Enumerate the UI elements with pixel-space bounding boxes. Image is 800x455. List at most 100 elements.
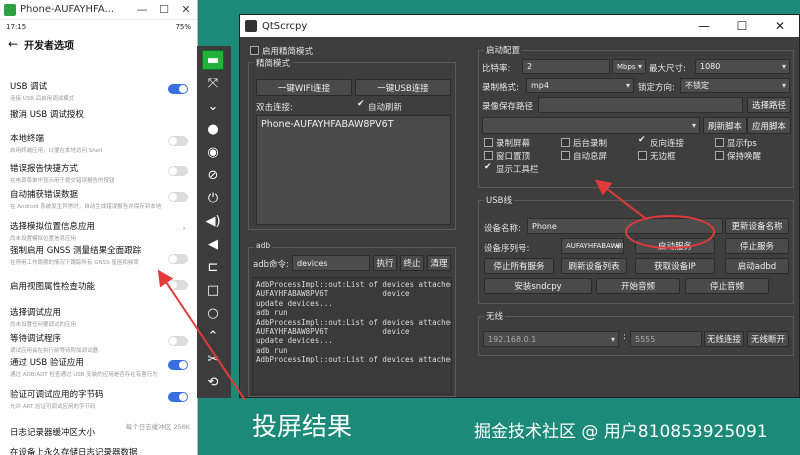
setting-mock-location[interactable]: 选择模拟位置信息应用 尚未设置模拟位置信息应用 ›: [10, 220, 190, 242]
eye-icon[interactable]: ◉: [202, 142, 224, 162]
show-fps-checkbox[interactable]: [715, 138, 724, 147]
expand-icon[interactable]: ⌃: [202, 326, 224, 346]
bitrate-input[interactable]: 2: [522, 59, 610, 74]
bitrate-unit-select[interactable]: Mbps: [612, 59, 646, 74]
home-icon[interactable]: □: [202, 280, 224, 300]
wireless-disconnect-button[interactable]: 无线断开: [747, 331, 789, 347]
usb-connect-button[interactable]: 一键USB连接: [355, 79, 451, 96]
start-adbd-button[interactable]: 启动adbd: [725, 258, 789, 274]
result-caption: 投屏结果: [252, 412, 353, 441]
terminate-button[interactable]: 终止: [400, 255, 424, 271]
apply-script-button[interactable]: 应用脚本: [747, 117, 791, 134]
setting-local-terminal[interactable]: 本地终端 启用终端应用，以便在本地访问 Shell: [10, 132, 190, 154]
stop-icon[interactable]: ●: [202, 119, 224, 139]
volume-up-icon[interactable]: ◀): [202, 211, 224, 231]
show-toolbar-check-icon[interactable]: ✔: [484, 162, 492, 172]
toggle-switch[interactable]: [168, 360, 188, 370]
fullscreen-icon[interactable]: ⤧: [202, 73, 224, 93]
auto-refresh-check-icon[interactable]: ✔: [357, 99, 365, 109]
setting-auto-capture[interactable]: 自动捕获错误数据 在 Android 系统发生异常时，自动生成错误报告并保存到本…: [10, 188, 190, 210]
setting-wait-debugger[interactable]: 等待调试程序 调试应用会在执行前等待附加调试器: [10, 332, 190, 354]
keep-awake-checkbox[interactable]: [715, 151, 724, 160]
toggle-switch[interactable]: [168, 192, 188, 202]
toggle-switch[interactable]: [168, 254, 188, 264]
stop-service-button[interactable]: 停止服务: [725, 238, 789, 254]
keep-awake-label: 保持唤醒: [727, 152, 762, 162]
auto-screen-off-checkbox[interactable]: [561, 151, 570, 160]
stop-audio-button[interactable]: 停止音频: [685, 278, 769, 294]
install-sndcpy-button[interactable]: 安装sndcpy: [484, 278, 592, 294]
power-icon[interactable]: ⏻: [202, 188, 224, 208]
execute-button[interactable]: 执行: [373, 255, 397, 271]
serial-select[interactable]: AUFAYHFABAW8PV6: [561, 238, 624, 254]
close-icon[interactable]: ✕: [761, 19, 799, 33]
setting-view-attribute[interactable]: 启用视图属性检查功能: [10, 280, 190, 292]
setting-title: 验证可调试应用的字节码: [10, 390, 104, 400]
shuffle-icon[interactable]: ✂: [202, 349, 224, 369]
wireless-port-input[interactable]: 5555: [630, 331, 702, 347]
close-icon[interactable]: ✕: [175, 3, 197, 16]
maximize-icon[interactable]: ☐: [153, 3, 175, 16]
screen-toggle-icon[interactable]: ▬: [202, 50, 224, 70]
stay-on-top-checkbox[interactable]: [484, 151, 493, 160]
setting-verify-usb[interactable]: 通过 USB 验证应用 通过 ADB/ADT 检查通过 USB 安装的应用是否存…: [10, 356, 190, 378]
clear-button[interactable]: 清理: [427, 255, 451, 271]
maximize-icon[interactable]: ☐: [723, 19, 761, 33]
setting-subtitle: 在电源菜单中显示用于提交错误报告的按钮: [10, 178, 115, 184]
adb-command-input[interactable]: devices: [292, 255, 370, 271]
setting-verify-bytecode[interactable]: 验证可调试应用的字节码 允许 ART 验证可调试应用的字节码: [10, 388, 190, 410]
adb-log-output[interactable]: AdbProcessImpl::out:List of devices atta…: [252, 277, 452, 395]
simple-mode-checkbox[interactable]: [250, 46, 259, 55]
background-record-checkbox[interactable]: [561, 138, 570, 147]
lock-orientation-select[interactable]: 不锁定: [680, 78, 790, 93]
wireless-ip-select[interactable]: 192.168.0.1: [483, 331, 619, 347]
setting-subtitle: 调试应用会在执行前等待附加调试器: [10, 348, 99, 354]
setting-bugreport-shortcut[interactable]: 错误报告快捷方式 在电源菜单中显示用于提交错误报告的按钮: [10, 162, 190, 184]
toggle-switch[interactable]: [168, 166, 188, 176]
setting-logger-buffer[interactable]: 日志记录器缓冲区大小 每个日志缓冲区 256K: [10, 420, 190, 439]
stop-all-services-button[interactable]: 停止所有服务: [484, 258, 554, 274]
script-select[interactable]: [482, 117, 700, 134]
wireless-connect-button[interactable]: 无线连接: [704, 331, 744, 347]
update-device-name-button[interactable]: 更新设备名称: [725, 218, 789, 234]
back-arrow-icon[interactable]: ←: [8, 37, 18, 51]
rotate-icon[interactable]: ⟲: [202, 372, 224, 392]
setting-debug-app[interactable]: 选择调试应用 尚未设置任何要调试的应用: [10, 306, 190, 328]
select-path-button[interactable]: 选择路径: [747, 97, 791, 113]
record-format-label: 录制格式:: [482, 83, 519, 93]
setting-revoke-usb[interactable]: 撤消 USB 调试授权: [10, 108, 190, 120]
refresh-devices-button[interactable]: 刷新设备列表: [561, 258, 627, 274]
wifi-connect-button[interactable]: 一键WIFI连接: [256, 79, 352, 96]
device-list-item[interactable]: Phone-AUFAYHFABAW8PV6T: [257, 116, 450, 133]
record-format-select[interactable]: mp4: [526, 78, 634, 93]
phone-titlebar: Phone-AUFAYHFA... — ☐ ✕: [0, 0, 197, 20]
toggle-switch[interactable]: [168, 336, 188, 346]
record-path-input[interactable]: [538, 97, 743, 113]
toggle-switch[interactable]: [168, 84, 188, 94]
setting-usb-debug[interactable]: USB 调试 连接 USB 后启用调试模式: [10, 80, 190, 102]
start-audio-button[interactable]: 开始音频: [596, 278, 680, 294]
chevron-down-icon[interactable]: ⌄: [202, 96, 224, 116]
frameless-checkbox[interactable]: [638, 151, 647, 160]
reverse-connect-check-icon[interactable]: ✔: [638, 135, 646, 145]
refresh-script-button[interactable]: 刷新脚本: [703, 117, 747, 134]
minimize-icon[interactable]: —: [131, 3, 153, 16]
max-size-select[interactable]: 1080: [695, 59, 790, 74]
record-screen-checkbox[interactable]: [484, 138, 493, 147]
setting-gnss[interactable]: 强制启用 GNSS 测量结果全面跟踪 在停用工作周期的情况下跟踪所有 GNSS …: [10, 244, 190, 266]
page-title: 开发者选项: [24, 40, 75, 52]
eye-slash-icon[interactable]: ⊘: [202, 165, 224, 185]
bitrate-label: 比特率:: [482, 64, 511, 74]
minimize-icon[interactable]: —: [685, 19, 723, 33]
qtscrcpy-title: QtScrcpy: [262, 20, 308, 32]
back-icon[interactable]: ⊏: [202, 257, 224, 277]
get-device-ip-button[interactable]: 获取设备IP: [635, 258, 715, 274]
setting-persist-logger[interactable]: 在设备上永久存储日志记录器数据: [10, 446, 190, 455]
toggle-switch[interactable]: [168, 392, 188, 402]
recent-apps-icon[interactable]: ○: [202, 303, 224, 323]
setting-title: 通过 USB 验证应用: [10, 358, 84, 368]
volume-down-icon[interactable]: ◀: [202, 234, 224, 254]
toggle-switch[interactable]: [168, 136, 188, 146]
toggle-switch[interactable]: [168, 280, 188, 290]
device-list[interactable]: Phone-AUFAYHFABAW8PV6T: [256, 115, 451, 225]
